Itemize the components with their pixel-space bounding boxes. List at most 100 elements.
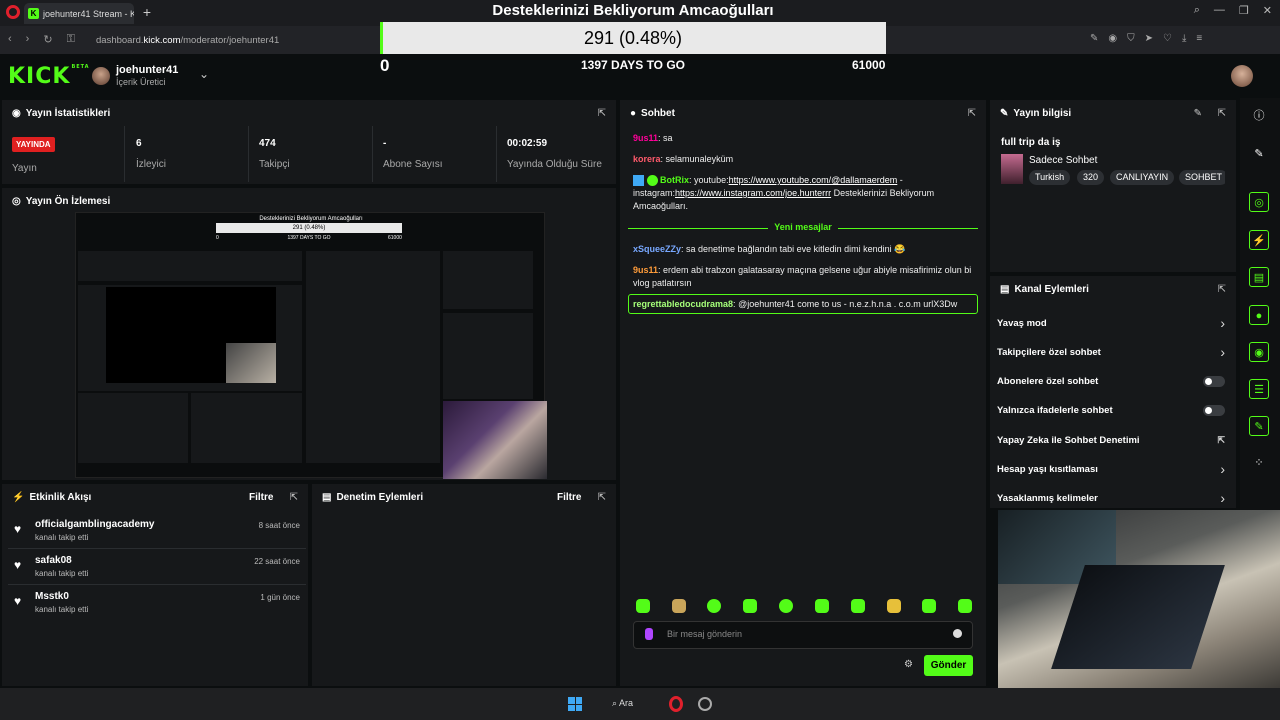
tag[interactable]: CANLIYAYIN xyxy=(1110,170,1175,185)
slow-mode-row[interactable]: Yavaş mod › xyxy=(997,315,1227,332)
emote-icon[interactable] xyxy=(636,599,650,613)
kick-favicon-icon: K xyxy=(28,8,39,19)
category-name[interactable]: Sadece Sohbet xyxy=(1029,155,1097,166)
tag[interactable]: SOHBET xyxy=(1179,170,1225,185)
emote-icon[interactable] xyxy=(851,599,865,613)
maximize-icon[interactable]: ❐ xyxy=(1239,4,1249,17)
stream-preview-video[interactable]: Desteklerinizi Bekliyorum Amcaoğulları 2… xyxy=(75,212,547,479)
camera-focus-icon[interactable]: ◎ xyxy=(1249,192,1269,212)
lightning-icon: ⚡ xyxy=(12,492,25,503)
emote-icon[interactable] xyxy=(707,599,721,613)
gear-icon[interactable]: ⚙ xyxy=(904,659,913,670)
emote-icon[interactable] xyxy=(815,599,829,613)
follower-name[interactable]: safak08 xyxy=(35,555,72,566)
reload-icon[interactable]: ↻ xyxy=(43,33,52,46)
instagram-link[interactable]: https://www.instagram.com/joe.hunterrr xyxy=(675,188,831,198)
close-icon[interactable]: ✕ xyxy=(1263,4,1272,17)
lock-icon[interactable]: ⚿ xyxy=(67,33,75,46)
account-age-row[interactable]: Hesap yaşı kısıtlaması › xyxy=(997,461,1227,478)
kick-logo[interactable]: KICKBETA xyxy=(8,64,90,89)
emote-icon[interactable] xyxy=(672,599,686,613)
emote-icon[interactable] xyxy=(922,599,936,613)
edit-icon[interactable]: ✎ xyxy=(1090,33,1098,44)
emote-icon[interactable] xyxy=(958,599,972,613)
popout-icon[interactable]: ⇱ xyxy=(968,108,976,119)
document-icon[interactable]: ▤ xyxy=(1249,267,1269,287)
chat-username[interactable]: BotRix xyxy=(660,175,689,185)
chevron-right-icon: › xyxy=(1220,315,1225,331)
popout-icon[interactable]: ⇱ xyxy=(1218,108,1226,119)
taskbar-search[interactable]: ⌕ Ara xyxy=(612,698,633,709)
opera-taskbar-icon[interactable] xyxy=(669,696,683,712)
chat-username[interactable]: xSqueeZZy xyxy=(633,244,681,254)
emote-icon[interactable] xyxy=(779,599,793,613)
download-icon[interactable]: ⤓ xyxy=(1182,33,1186,44)
youtube-link[interactable]: https://www.youtube.com/@dallamaerdem xyxy=(729,175,898,185)
avatar[interactable] xyxy=(92,67,110,85)
popout-icon[interactable]: ⇱ xyxy=(598,108,606,119)
window-controls: ⌕ — ❐ ✕ xyxy=(1194,4,1272,17)
heart-icon: ♥ xyxy=(14,594,22,608)
tags-row: Turkish 320 CANLIYAYIN SOHBET xyxy=(1029,170,1225,186)
emotes-only-toggle[interactable] xyxy=(1203,405,1225,416)
chat-username[interactable]: regrettabledocudrama8 xyxy=(633,299,733,309)
chat-text: sa xyxy=(663,133,673,143)
profile-avatar[interactable] xyxy=(1231,65,1253,87)
new-messages-divider[interactable]: Yeni mesajlar xyxy=(628,222,978,234)
sliders-icon[interactable]: ☰ xyxy=(1249,379,1269,399)
more-icon[interactable]: ⁘ xyxy=(1249,453,1269,473)
chat-username[interactable]: 9us11 xyxy=(633,133,658,143)
follower-name[interactable]: officialgamblingacademy xyxy=(35,519,154,530)
url-field[interactable]: dashboard.kick.com/moderator/joehunter41 xyxy=(96,35,279,46)
search-tabs-icon[interactable]: ⌕ xyxy=(1194,4,1200,17)
new-tab-button[interactable]: + xyxy=(140,5,154,19)
broadcast-icon[interactable]: ◉ xyxy=(1249,342,1269,362)
pencil-icon[interactable]: ✎ xyxy=(1249,144,1269,164)
info-title-label: Yayın bilgisi xyxy=(1013,108,1072,119)
chat-username[interactable]: korera xyxy=(633,154,661,164)
emote-icon[interactable] xyxy=(887,599,901,613)
channel-username[interactable]: joehunter41 xyxy=(116,64,178,76)
viewers-value: 6 xyxy=(136,138,142,149)
windows-start-icon[interactable] xyxy=(568,697,582,711)
heart-icon[interactable]: ♡ xyxy=(1163,33,1172,44)
opera-logo-icon[interactable] xyxy=(6,5,20,19)
subscribers-only-toggle[interactable] xyxy=(1203,376,1225,387)
browser-taskbar-icon[interactable] xyxy=(698,697,712,711)
emoji-icon[interactable] xyxy=(953,629,962,638)
chat-username[interactable]: 9us11 xyxy=(633,265,658,275)
edit-icon[interactable]: ✎ xyxy=(1194,108,1202,119)
minimize-icon[interactable]: — xyxy=(1214,4,1225,17)
external-link-icon: ⇱ xyxy=(1217,435,1225,445)
tag[interactable]: Turkish xyxy=(1029,170,1071,185)
back-icon[interactable]: ‹ xyxy=(8,33,12,46)
feed-filter-button[interactable]: Filtre xyxy=(249,492,273,503)
chat-icon[interactable]: ● xyxy=(1249,305,1269,325)
wrench-icon[interactable]: ✎ xyxy=(1249,416,1269,436)
ai-moderation-row[interactable]: Yapay Zeka ile Sohbet Denetimi ⇱ xyxy=(997,435,1227,449)
taskbar xyxy=(0,688,1280,720)
popout-icon[interactable]: ⇱ xyxy=(290,492,298,503)
follower-name[interactable]: Msstk0 xyxy=(35,591,69,602)
chat-icon: ● xyxy=(630,108,637,119)
browser-tab[interactable]: K joehunter41 Stream - Kick xyxy=(24,3,134,24)
info-icon[interactable]: ⓘ xyxy=(1249,106,1269,126)
camera-icon[interactable]: ◉ xyxy=(1108,33,1117,44)
forward-icon[interactable]: › xyxy=(26,33,30,46)
lightning-icon[interactable]: ⚡ xyxy=(1249,230,1269,250)
chevron-down-icon[interactable]: ⌄ xyxy=(199,67,209,81)
goal-target: 61000 xyxy=(852,58,886,72)
send-button[interactable]: Gönder xyxy=(924,655,973,676)
menu-icon[interactable]: ≡ xyxy=(1196,33,1202,44)
popout-icon[interactable]: ⇱ xyxy=(1218,284,1226,295)
mic-icon[interactable] xyxy=(645,628,653,640)
shield-icon[interactable]: ⛉ xyxy=(1127,33,1135,44)
tag[interactable]: 320 xyxy=(1077,170,1105,185)
chat-message: 9us11: erdem abi trabzon galatasaray maç… xyxy=(633,265,972,288)
banned-words-row[interactable]: Yasaklanmış kelimeler › xyxy=(997,490,1227,507)
emote-icon[interactable] xyxy=(743,599,757,613)
followers-only-row[interactable]: Takipçilere özel sohbet › xyxy=(997,344,1227,361)
mod-filter-button[interactable]: Filtre xyxy=(557,492,581,503)
send-icon[interactable]: ➤ xyxy=(1145,33,1153,44)
popout-icon[interactable]: ⇱ xyxy=(598,492,606,503)
